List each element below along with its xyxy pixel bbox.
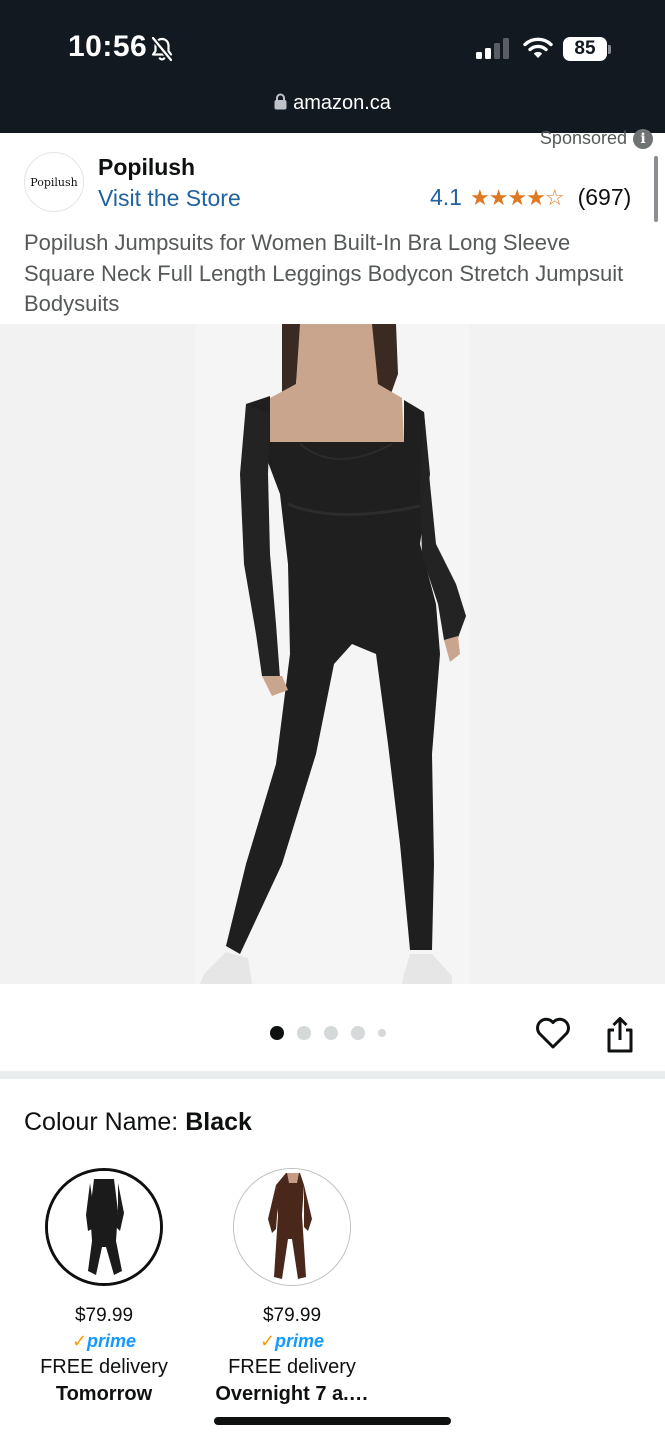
- scrollbar[interactable]: [654, 156, 658, 222]
- option-delivery-date: Overnight 7 a.…: [215, 1383, 369, 1405]
- prime-text: prime: [275, 1331, 325, 1351]
- heart-icon[interactable]: [535, 1016, 571, 1055]
- status-time: 10:56: [68, 30, 148, 63]
- brand-logo[interactable]: Popilush: [24, 152, 84, 212]
- star-rating-icon: ★★★★☆: [469, 184, 565, 210]
- prime-text: prime: [87, 1331, 137, 1351]
- brand-logo-text: Popilush: [30, 175, 78, 189]
- option-price: $79.99: [74, 1305, 134, 1326]
- swatch-image: [48, 1171, 160, 1283]
- browser-header: 10:56 85 amazon.ca: [0, 0, 665, 133]
- sponsored-text: Sponsored: [539, 128, 627, 148]
- share-icon[interactable]: [604, 1016, 636, 1059]
- product-title: Popilush Jumpsuits for Women Built-In Br…: [24, 230, 624, 316]
- colour-selected-value: Black: [185, 1108, 252, 1136]
- address-bar[interactable]: amazon.ca: [0, 92, 665, 116]
- url-text: amazon.ca: [293, 92, 391, 114]
- prime-check-icon: ✓: [259, 1331, 276, 1351]
- swatch-image: [234, 1169, 350, 1285]
- info-icon[interactable]: i: [633, 128, 653, 149]
- carousel-dot[interactable]: [324, 1026, 338, 1040]
- colour-option-black[interactable]: $79.99 ✓prime FREE delivery Tomorrow: [9, 1305, 199, 1406]
- carousel-dot[interactable]: [351, 1026, 365, 1040]
- image-carousel-dots[interactable]: [270, 1026, 386, 1040]
- bell-muted-icon: [150, 36, 174, 67]
- battery-nub: [608, 45, 611, 54]
- option-delivery-date: Tomorrow: [55, 1383, 153, 1405]
- colour-name-label: Colour Name: Black: [24, 1108, 252, 1137]
- prime-badge: ✓prime: [197, 1331, 387, 1352]
- product-photo: [0, 324, 665, 984]
- colour-option-brown[interactable]: $79.99 ✓prime FREE delivery Overnight 7 …: [197, 1305, 387, 1406]
- cellular-signal-icon: [476, 38, 510, 65]
- battery-indicator: 85: [563, 37, 607, 61]
- carousel-dot[interactable]: [297, 1026, 311, 1040]
- rating-count: (697): [577, 184, 632, 210]
- product-image[interactable]: [0, 324, 665, 984]
- home-indicator[interactable]: [214, 1417, 451, 1425]
- prime-badge: ✓prime: [9, 1331, 199, 1352]
- visit-store-link[interactable]: Visit the Store: [98, 185, 241, 212]
- prime-check-icon: ✓: [71, 1331, 88, 1351]
- option-delivery: FREE delivery: [40, 1356, 168, 1378]
- carousel-dot[interactable]: [270, 1026, 284, 1040]
- section-divider: [0, 1071, 665, 1079]
- option-delivery: FREE delivery: [228, 1356, 356, 1378]
- option-price: $79.99: [262, 1305, 322, 1326]
- rating-summary[interactable]: 4.1 ★★★★☆ (697): [430, 184, 631, 211]
- carousel-dot[interactable]: [378, 1029, 386, 1037]
- brand-name[interactable]: Popilush: [98, 154, 195, 181]
- sponsored-label[interactable]: Sponsored i: [540, 128, 653, 149]
- colour-swatch-black[interactable]: [45, 1168, 163, 1286]
- lock-icon: [274, 93, 287, 116]
- wifi-icon: [523, 36, 553, 65]
- rating-value: 4.1: [430, 184, 462, 210]
- colour-swatch-brown[interactable]: [233, 1168, 351, 1286]
- colour-label-text: Colour Name:: [24, 1108, 179, 1136]
